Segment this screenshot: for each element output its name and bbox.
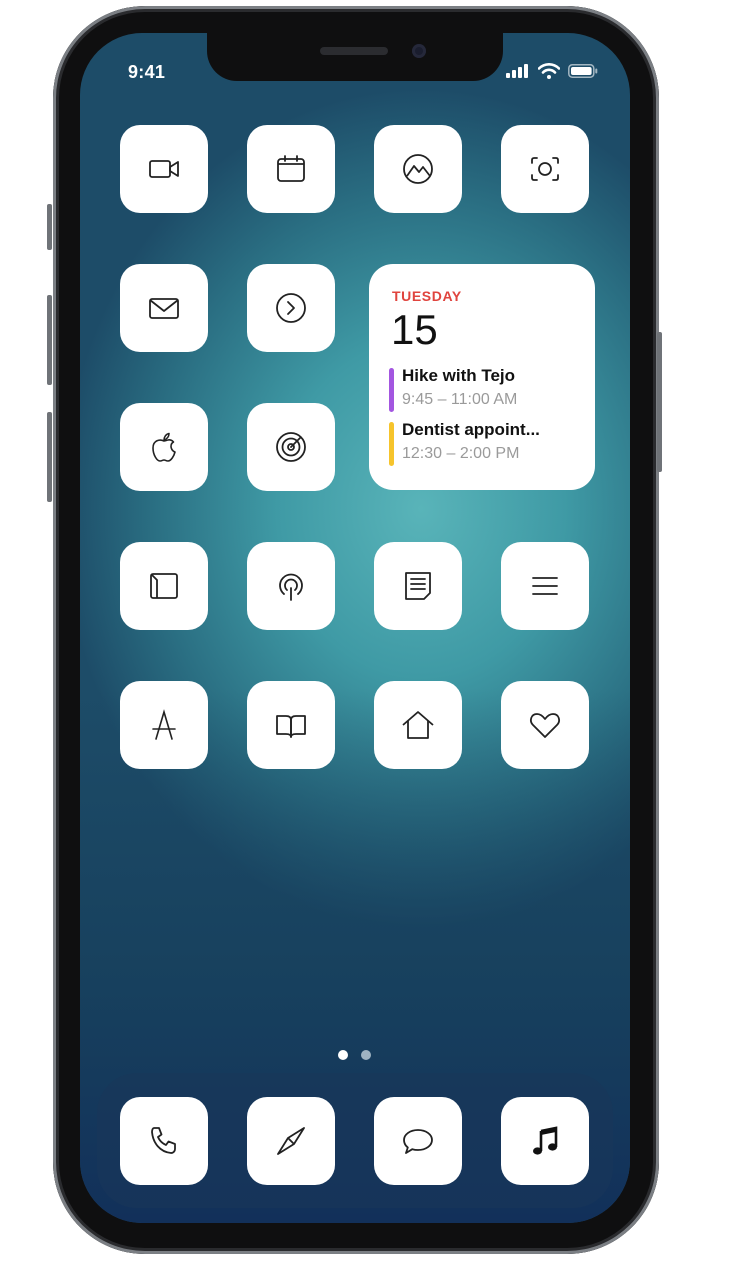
event-time: 9:45 – 11:00 AM — [402, 391, 518, 408]
reminders-app-icon[interactable] — [501, 542, 589, 630]
compass-icon — [277, 1127, 305, 1155]
event-title: Hike with Tejo — [402, 366, 516, 385]
event-color-bar — [389, 368, 394, 412]
wallet-icon — [150, 573, 178, 599]
notch — [207, 33, 503, 81]
podcasts-app-icon[interactable] — [247, 542, 335, 630]
widget-date: 15 — [391, 306, 438, 353]
home-app-icon[interactable] — [374, 681, 462, 769]
chevron-circle-icon — [276, 293, 306, 323]
message-icon — [403, 1129, 433, 1154]
earpiece-speaker — [320, 47, 388, 55]
phone-icon — [151, 1127, 176, 1154]
music-note-icon — [533, 1126, 558, 1155]
photos-app-icon[interactable] — [374, 125, 462, 213]
apple-store-app-icon[interactable] — [120, 403, 208, 491]
messages-app-icon[interactable] — [374, 1097, 462, 1185]
camera-app-icon[interactable] — [501, 125, 589, 213]
heart-icon — [530, 713, 560, 738]
page-dot[interactable] — [361, 1050, 371, 1060]
find-my-app-icon[interactable] — [247, 403, 335, 491]
envelope-icon — [149, 298, 179, 319]
status-icons — [506, 63, 598, 79]
dock — [97, 1073, 613, 1208]
health-app-icon[interactable] — [501, 681, 589, 769]
status-time: 9:41 — [128, 62, 166, 82]
safari-app-icon[interactable] — [247, 1097, 335, 1185]
facetime-app-icon[interactable] — [120, 125, 208, 213]
volume-down-button — [47, 412, 52, 502]
app-store-icon — [152, 709, 176, 740]
app-store-app-icon[interactable] — [120, 681, 208, 769]
house-icon — [402, 711, 434, 739]
books-app-icon[interactable] — [247, 681, 335, 769]
page-dot-active[interactable] — [338, 1050, 348, 1060]
mountain-icon — [403, 154, 433, 184]
event-title: Dentist appoint... — [402, 420, 540, 439]
calendar-icon — [277, 155, 305, 182]
front-camera — [412, 44, 426, 58]
clock-app-icon[interactable] — [247, 264, 335, 352]
apple-logo-icon — [152, 432, 176, 462]
volume-up-button — [47, 295, 52, 385]
music-app-icon[interactable] — [501, 1097, 589, 1185]
cellular-signal-icon — [506, 64, 528, 78]
widget-day: TUESDAY — [392, 288, 462, 304]
calendar-widget[interactable]: TUESDAY 15 Hike with Tejo 9:45 – 11:00 A… — [369, 264, 595, 490]
podcast-icon — [279, 573, 303, 601]
camera-viewfinder-icon — [531, 157, 559, 181]
mail-app-icon[interactable] — [120, 264, 208, 352]
power-button — [657, 332, 662, 472]
mute-switch — [47, 204, 52, 250]
event-color-bar — [389, 422, 394, 466]
page-indicator[interactable] — [338, 1050, 371, 1060]
battery-icon — [568, 64, 598, 78]
phone-app-icon[interactable] — [120, 1097, 208, 1185]
event-time: 12:30 – 2:00 PM — [402, 445, 520, 462]
notes-app-icon[interactable] — [374, 542, 462, 630]
wallet-app-icon[interactable] — [120, 542, 208, 630]
home-screen: 9:41 TUESDAY 15 Hike with Tejo 9:45 – 11… — [80, 33, 630, 1223]
video-camera-icon — [149, 160, 179, 178]
wifi-icon — [538, 63, 560, 79]
notes-icon — [405, 572, 431, 600]
radar-icon — [276, 432, 306, 462]
list-icon — [532, 577, 558, 595]
open-book-icon — [276, 715, 306, 738]
calendar-app-icon[interactable] — [247, 125, 335, 213]
